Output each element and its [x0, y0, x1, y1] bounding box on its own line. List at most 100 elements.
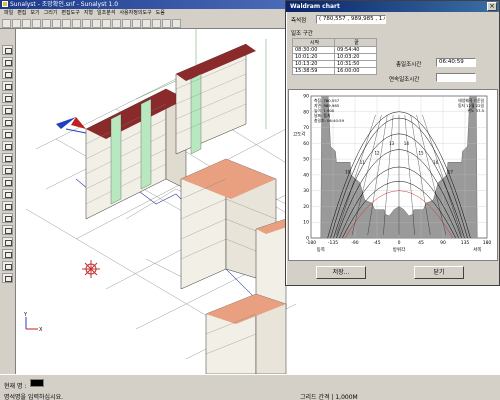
- menu-item[interactable]: 그리기: [44, 9, 58, 18]
- north-arrow-icon: [56, 117, 87, 134]
- coord-field[interactable]: ( 780,557 , 989,985 , 1.600 ): [316, 15, 386, 24]
- menu-item[interactable]: 도움: [156, 9, 165, 18]
- y-tick-label: 10: [303, 220, 309, 226]
- toolbar-tool-icon[interactable]: [122, 19, 131, 28]
- draw-tool-icon[interactable]: [2, 141, 13, 151]
- toolbar-tool-icon[interactable]: [12, 19, 21, 28]
- toolbar-tool-icon[interactable]: [2, 19, 11, 28]
- continuous-sunlight-field[interactable]: [436, 73, 476, 82]
- y-tick-label: 90: [303, 94, 309, 100]
- table-row[interactable]: 10:13:20 10:31:50: [292, 60, 377, 68]
- toolbar-tool-icon[interactable]: [132, 19, 141, 28]
- hour-label: 16: [433, 160, 439, 165]
- draw-tool-icon[interactable]: [2, 69, 13, 79]
- table-header-cell[interactable]: 시작: [292, 38, 335, 47]
- y-tick-label: 70: [303, 125, 309, 131]
- apartment-building-2[interactable]: [175, 43, 256, 155]
- draw-tool-icon[interactable]: [2, 249, 13, 259]
- info-left-line: 총일조: 06:40:59: [314, 118, 345, 123]
- info-right-line: 위도 37.5: [467, 108, 484, 113]
- draw-tool-icon[interactable]: [2, 189, 13, 199]
- svg-text:X: X: [39, 327, 43, 333]
- draw-tool-icon[interactable]: [2, 117, 13, 127]
- table-row[interactable]: 15:38:59 16:00:00: [292, 67, 377, 75]
- draw-tool-icon[interactable]: [2, 129, 13, 139]
- toolbar-tool-icon[interactable]: [72, 19, 81, 28]
- menu-item[interactable]: 파일: [4, 9, 13, 18]
- toolbar-tool-icon[interactable]: [32, 19, 41, 28]
- toolbar-tool-icon[interactable]: [152, 19, 161, 28]
- draw-tool-icon[interactable]: [2, 153, 13, 163]
- menu-item[interactable]: 편집: [17, 9, 26, 18]
- draw-tool-icon[interactable]: [2, 93, 13, 103]
- y-tick-label: 30: [303, 188, 309, 194]
- draw-tool-icon[interactable]: [2, 261, 13, 271]
- toolbar-tool-icon[interactable]: [172, 19, 181, 28]
- window-title: Sunalyst - 조망확인.snf - Sunalyst 1.0: [10, 1, 119, 8]
- toolbar-tool-icon[interactable]: [42, 19, 51, 28]
- y-tick-label: 20: [303, 204, 309, 210]
- table-cell: 09:54:40: [334, 46, 377, 54]
- draw-tool-icon[interactable]: [2, 81, 13, 91]
- table-cell: 08:30:00: [292, 46, 335, 54]
- sun-compass-icon: [82, 260, 100, 278]
- draw-tool-icon[interactable]: [2, 165, 13, 175]
- draw-tool-icon[interactable]: [2, 237, 13, 247]
- command-label: 현재 명 :: [4, 383, 27, 390]
- coord-label: 측석점: [291, 18, 307, 24]
- y-tick-label: 40: [303, 172, 309, 178]
- waldram-chart: 10 11 12 13 14 15 16 17 90 80 70 60 50 40 30 20 10 0 -180 -…: [288, 89, 498, 261]
- x-tick-label: 0: [398, 240, 401, 246]
- hour-label: 10: [345, 169, 351, 174]
- hour-label: 17: [448, 169, 454, 174]
- draw-tool-icon[interactable]: [2, 177, 13, 187]
- hour-label: 14: [404, 141, 410, 146]
- toolbar-tool-icon[interactable]: [52, 19, 61, 28]
- menu-item[interactable]: 지형: [84, 9, 93, 18]
- table-row[interactable]: 10:01:20 10:03:20: [292, 53, 377, 61]
- y-tick-label: 50: [303, 157, 309, 163]
- menu-item[interactable]: 보기: [30, 9, 39, 18]
- toolbar-tool-icon[interactable]: [62, 19, 71, 28]
- toolbar-tool-icon[interactable]: [162, 19, 171, 28]
- total-sunlight-label: 총일조시간: [396, 62, 422, 68]
- toolbar-tool-icon[interactable]: [92, 19, 101, 28]
- close-button[interactable]: 닫기: [414, 266, 464, 279]
- toolbar-tool-icon[interactable]: [112, 19, 121, 28]
- waldram-chart-svg: 10 11 12 13 14 15 16 17 90 80 70 60 50 40 30 20 10 0 -180 -…: [293, 94, 491, 254]
- hour-label: 11: [360, 160, 366, 165]
- x-direction-label: 동쪽: [317, 247, 325, 253]
- draw-tool-icon[interactable]: [2, 201, 13, 211]
- draw-tool-icon[interactable]: [2, 213, 13, 223]
- draw-tool-icon[interactable]: [2, 45, 13, 55]
- apartment-building-5[interactable]: [205, 293, 287, 374]
- menu-item[interactable]: 사용자정의도구: [119, 9, 151, 18]
- total-sunlight-field[interactable]: 06:40:59: [436, 58, 476, 67]
- menu-item[interactable]: 편집도구: [61, 9, 79, 18]
- table-header-cell[interactable]: 끝: [334, 38, 377, 47]
- status-message: 명석명을 입력하십시요.: [4, 394, 64, 400]
- draw-tool-icon[interactable]: [2, 225, 13, 235]
- dialog-close-icon[interactable]: ×: [487, 2, 497, 11]
- toolbar-tool-icon[interactable]: [82, 19, 91, 28]
- svg-text:Y: Y: [23, 312, 28, 318]
- draw-tool-icon[interactable]: [2, 273, 13, 283]
- apartment-building-1[interactable]: [85, 88, 187, 220]
- command-input[interactable]: [30, 379, 44, 387]
- save-button[interactable]: 저장...: [316, 266, 366, 279]
- draw-tool-icon[interactable]: [2, 105, 13, 115]
- x-tick-label: 135: [461, 240, 470, 246]
- toolbar-tool-icon[interactable]: [22, 19, 31, 28]
- table-row[interactable]: 08:30:00 09:54:40: [292, 46, 377, 54]
- draw-tool-icon[interactable]: [2, 57, 13, 67]
- table-cell: 15:38:59: [292, 67, 335, 75]
- x-tick-label: -90: [351, 240, 358, 246]
- sunlight-intervals-table: 시작 끝 08:30:00 09:54:40 10:01:20 10:03:20 10:1…: [292, 38, 377, 75]
- x-direction-label: 서쪽: [473, 246, 481, 253]
- continuous-sunlight-label: 연속일조시간: [389, 77, 420, 83]
- toolbar-tool-icon[interactable]: [142, 19, 151, 28]
- waldram-chart-dialog: Waldram chart × 측석점 ( 780,557 , 989,985 …: [285, 0, 500, 286]
- x-tick-label: -45: [373, 240, 380, 246]
- toolbar-tool-icon[interactable]: [102, 19, 111, 28]
- menu-item[interactable]: 일조분석: [97, 9, 115, 18]
